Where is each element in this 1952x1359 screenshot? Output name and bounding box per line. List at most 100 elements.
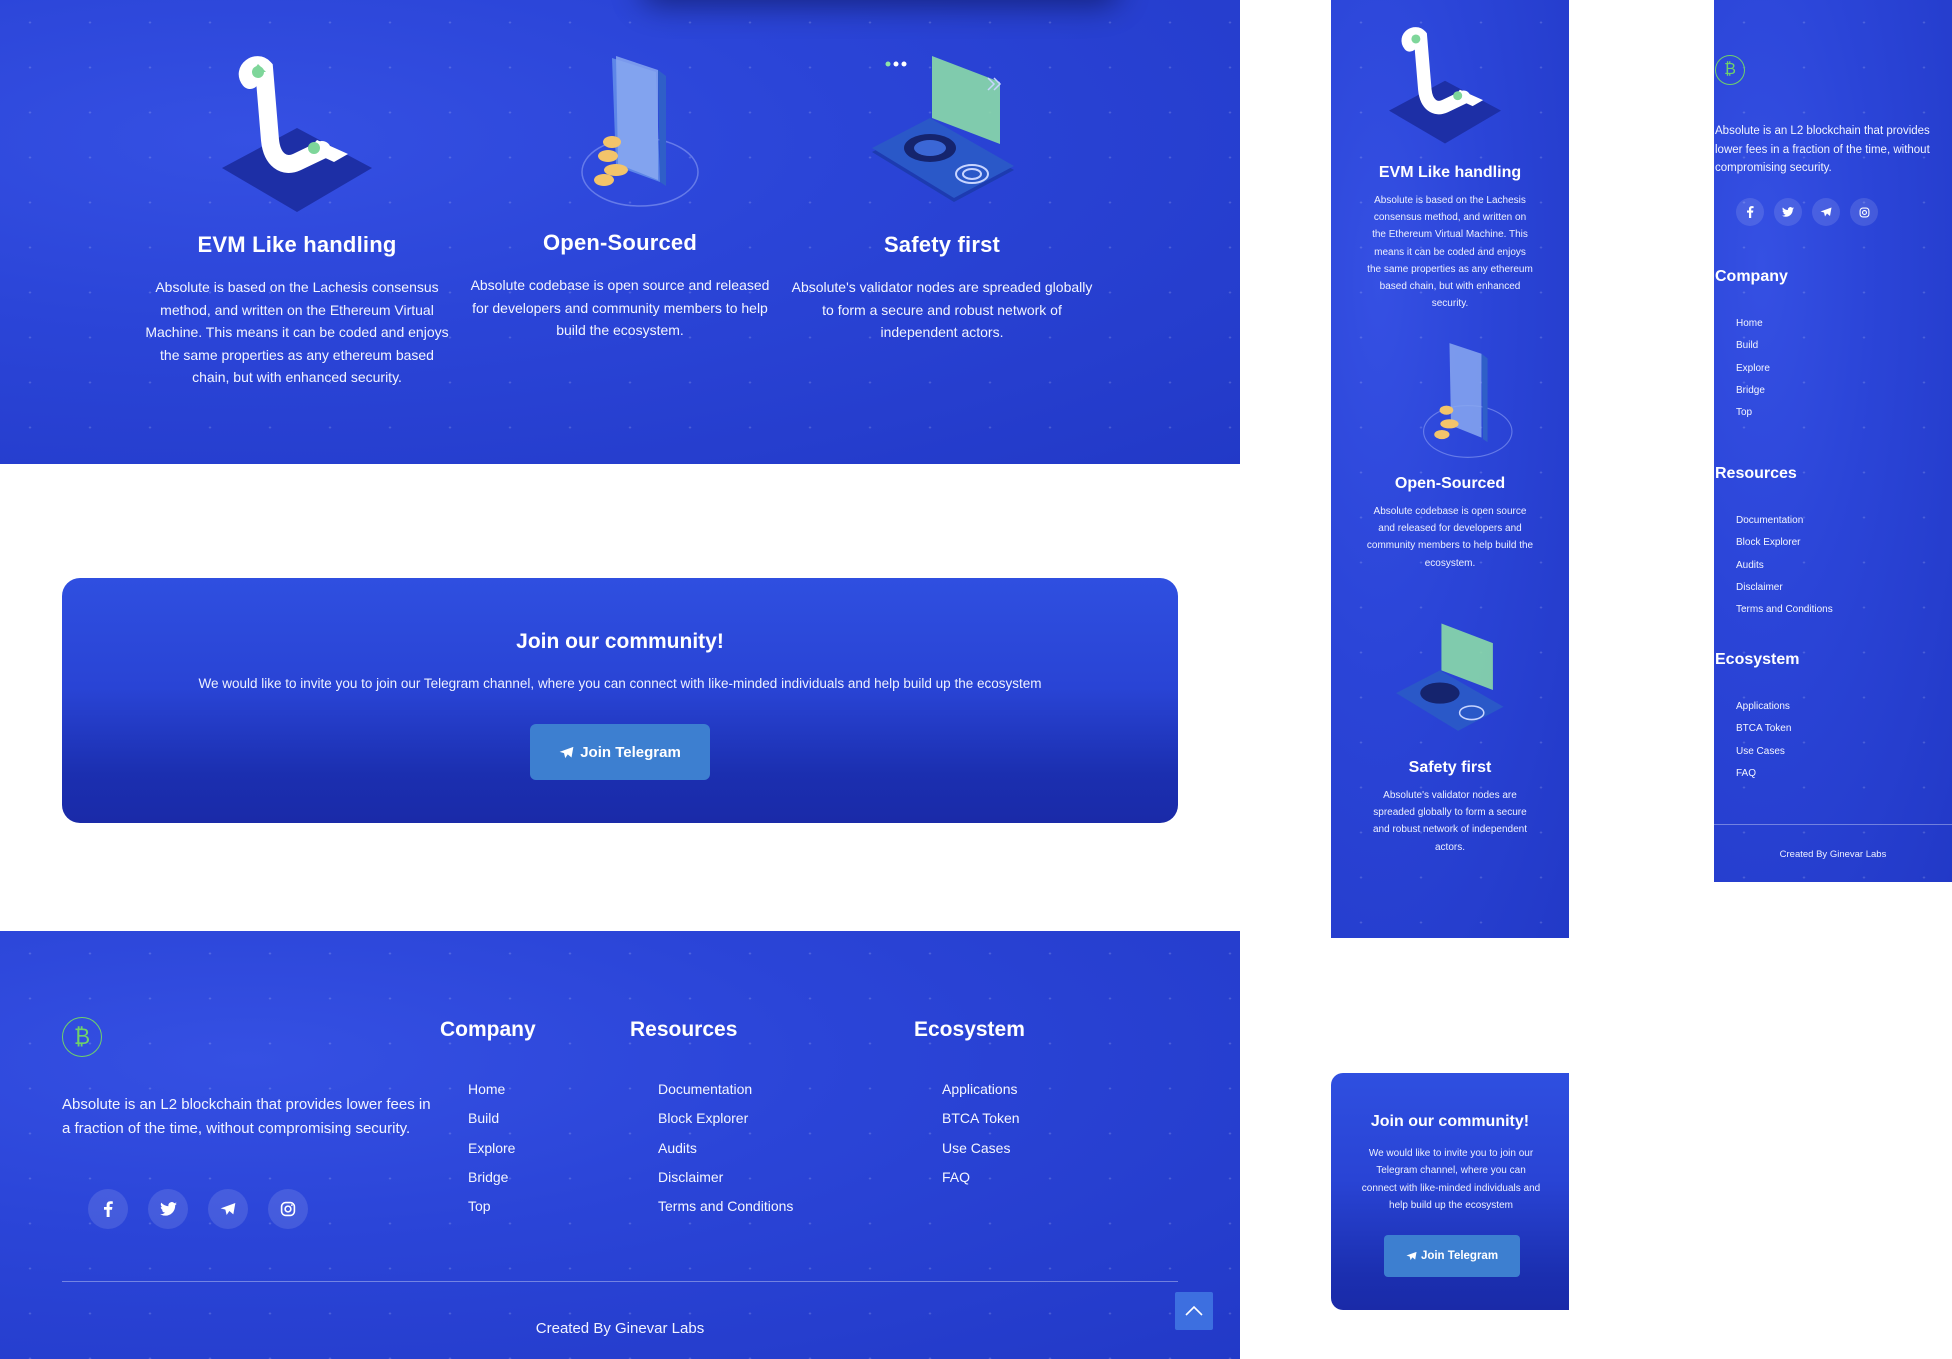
footer-link-top[interactable]: Top bbox=[468, 1198, 515, 1227]
community-card: Join our community! We would like to inv… bbox=[62, 578, 1178, 823]
footer-resources-title: Resources bbox=[630, 1018, 738, 1041]
feature-text: Absolute codebase is open source and rel… bbox=[1366, 506, 1534, 569]
footer-link-build[interactable]: Build bbox=[1736, 340, 1770, 362]
footer-divider bbox=[62, 1281, 1178, 1282]
feature-title: EVM Like handling bbox=[197, 232, 397, 257]
footer-link-faq[interactable]: FAQ bbox=[1736, 768, 1791, 790]
footer-link-faq[interactable]: FAQ bbox=[942, 1169, 1020, 1198]
footer-description: Absolute is an L2 blockchain that provid… bbox=[62, 1096, 431, 1137]
feature-text: Absolute's validator nodes are spreaded … bbox=[791, 279, 1093, 340]
twitter-icon[interactable] bbox=[148, 1189, 188, 1229]
feature-text: Absolute is based on the Lachesis consen… bbox=[1367, 195, 1533, 310]
footer-ecosystem-links: Applications BTCA Token Use Cases FAQ bbox=[942, 1081, 1020, 1198]
footer-link-btca-token[interactable]: BTCA Token bbox=[1736, 723, 1791, 745]
footer-link-block-explorer[interactable]: Block Explorer bbox=[1736, 537, 1833, 559]
mobile-feature-open-sourced: Open-Sourced Absolute codebase is open s… bbox=[1331, 475, 1569, 572]
footer-link-top[interactable]: Top bbox=[1736, 407, 1770, 429]
footer-link-audits[interactable]: Audits bbox=[658, 1140, 793, 1169]
footer-company-title: Company bbox=[1715, 268, 1788, 285]
footer-link-disclaimer[interactable]: Disclaimer bbox=[1736, 582, 1833, 604]
footer-link-applications[interactable]: Applications bbox=[1736, 701, 1791, 723]
twitter-icon[interactable] bbox=[1774, 198, 1802, 226]
telegram-icon bbox=[559, 746, 574, 758]
feature-evm: EVM Like handling Absolute is based on t… bbox=[140, 232, 454, 389]
footer-ecosystem-links: Applications BTCA Token Use Cases FAQ bbox=[1736, 701, 1791, 790]
feature-safety: Safety first Absolute's validator nodes … bbox=[790, 232, 1094, 344]
mobile-community-card: Join our community! We would like to inv… bbox=[1331, 1073, 1569, 1310]
feature-title: Open-Sourced bbox=[1394, 475, 1506, 492]
community-text: We would like to invite you to join our … bbox=[1361, 1148, 1541, 1211]
footer-link-use-cases[interactable]: Use Cases bbox=[1736, 746, 1791, 768]
feature-title: EVM Like handling bbox=[1378, 164, 1522, 181]
fingerprint-card-illustration bbox=[1396, 623, 1504, 731]
footer-credit: Created By Ginevar Labs bbox=[1779, 849, 1887, 860]
feature-title: Open-Sourced bbox=[543, 230, 697, 255]
footer-link-use-cases[interactable]: Use Cases bbox=[942, 1140, 1020, 1169]
social-links bbox=[1736, 198, 1878, 226]
join-telegram-button[interactable]: Join Telegram bbox=[1384, 1235, 1520, 1277]
facebook-icon[interactable] bbox=[88, 1189, 128, 1229]
fingerprint-card-illustration bbox=[872, 56, 1014, 202]
facebook-icon[interactable] bbox=[1736, 198, 1764, 226]
footer-link-applications[interactable]: Applications bbox=[942, 1081, 1020, 1110]
mobile-feature-safety: Safety first Absolute's validator nodes … bbox=[1331, 759, 1569, 856]
footer-link-bridge[interactable]: Bridge bbox=[1736, 385, 1770, 407]
community-text: We would like to invite you to join our … bbox=[198, 676, 1042, 691]
footer-divider bbox=[1714, 824, 1952, 825]
mobile-feature-evm: EVM Like handling Absolute is based on t… bbox=[1331, 164, 1569, 312]
footer-link-explore[interactable]: Explore bbox=[1736, 363, 1770, 385]
footer-link-explore[interactable]: Explore bbox=[468, 1140, 515, 1169]
instagram-icon[interactable] bbox=[268, 1189, 308, 1229]
telegram-icon[interactable] bbox=[1812, 198, 1840, 226]
phone-coins-illustration bbox=[581, 56, 699, 207]
footer-link-bridge[interactable]: Bridge bbox=[468, 1169, 515, 1198]
footer-company-links: Home Build Explore Bridge Top bbox=[1736, 318, 1770, 429]
footer-link-terms[interactable]: Terms and Conditions bbox=[658, 1198, 793, 1227]
chevron-up-icon bbox=[1185, 1306, 1203, 1316]
footer-link-build[interactable]: Build bbox=[468, 1110, 515, 1139]
footer-company-title: Company bbox=[440, 1018, 536, 1041]
footer-link-audits[interactable]: Audits bbox=[1736, 560, 1833, 582]
footer-link-terms[interactable]: Terms and Conditions bbox=[1736, 604, 1833, 626]
footer-link-block-explorer[interactable]: Block Explorer bbox=[658, 1110, 793, 1139]
footer-link-home[interactable]: Home bbox=[1736, 318, 1770, 340]
bitcoin-logo-icon[interactable]: ₿ bbox=[62, 1017, 102, 1057]
footer-link-documentation[interactable]: Documentation bbox=[658, 1081, 793, 1110]
feature-text: Absolute codebase is open source and rel… bbox=[470, 277, 770, 338]
mobile-footer: ₿ Absolute is an L2 blockchain that prov… bbox=[1714, 0, 1952, 882]
footer-description: Absolute is an L2 blockchain that provid… bbox=[1715, 125, 1930, 174]
telegram-icon bbox=[1406, 1251, 1417, 1261]
join-telegram-button[interactable]: Join Telegram bbox=[530, 724, 710, 780]
community-title: Join our community! bbox=[516, 630, 724, 653]
telegram-icon[interactable] bbox=[208, 1189, 248, 1229]
footer-ecosystem-title: Ecosystem bbox=[1715, 651, 1800, 668]
footer-company-links: Home Build Explore Bridge Top bbox=[468, 1081, 515, 1227]
feature-title: Safety first bbox=[883, 232, 1001, 257]
features-section: EVM Like handling Absolute is based on t… bbox=[0, 0, 1240, 464]
footer-resources-links: Documentation Block Explorer Audits Disc… bbox=[658, 1081, 793, 1227]
footer-resources-title: Resources bbox=[1715, 465, 1797, 482]
community-title: Join our community! bbox=[1370, 1113, 1530, 1130]
receipt-illustration bbox=[222, 56, 372, 212]
join-telegram-label: Join Telegram bbox=[580, 743, 681, 761]
footer-link-btca-token[interactable]: BTCA Token bbox=[942, 1110, 1020, 1139]
mobile-features-section: EVM Like handling Absolute is based on t… bbox=[1331, 0, 1569, 938]
phone-coins-illustration bbox=[1423, 343, 1513, 458]
receipt-illustration bbox=[1389, 27, 1501, 144]
site-footer: ₿ Absolute is an L2 blockchain that prov… bbox=[0, 931, 1240, 1359]
scroll-to-top-button[interactable] bbox=[1175, 1292, 1213, 1330]
footer-credit: Created By Ginevar Labs bbox=[535, 1320, 705, 1337]
footer-link-disclaimer[interactable]: Disclaimer bbox=[658, 1169, 793, 1198]
feature-open-sourced: Open-Sourced Absolute codebase is open s… bbox=[468, 230, 772, 342]
join-telegram-label: Join Telegram bbox=[1420, 1250, 1499, 1262]
footer-ecosystem-title: Ecosystem bbox=[914, 1018, 1025, 1041]
feature-text: Absolute is based on the Lachesis consen… bbox=[145, 279, 449, 385]
instagram-icon[interactable] bbox=[1850, 198, 1878, 226]
footer-link-home[interactable]: Home bbox=[468, 1081, 515, 1110]
feature-title: Safety first bbox=[1408, 759, 1492, 776]
social-links bbox=[88, 1189, 308, 1229]
footer-link-documentation[interactable]: Documentation bbox=[1736, 515, 1833, 537]
feature-text: Absolute's validator nodes are spreaded … bbox=[1373, 790, 1527, 853]
footer-resources-links: Documentation Block Explorer Audits Disc… bbox=[1736, 515, 1833, 626]
bitcoin-logo-icon[interactable]: ₿ bbox=[1715, 55, 1745, 85]
